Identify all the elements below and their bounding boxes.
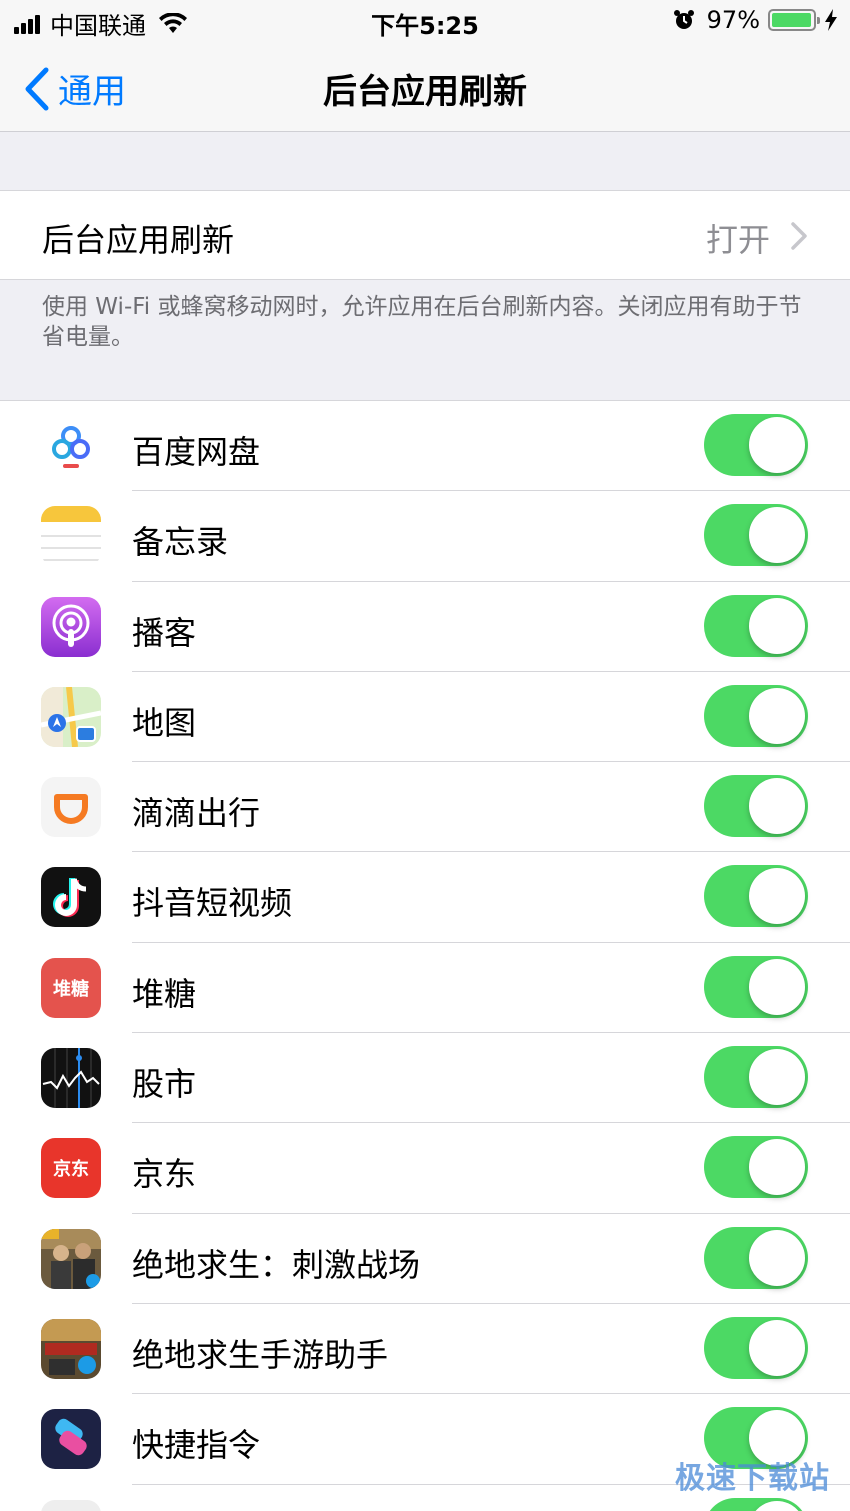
app-list: 百度网盘备忘录播客地图滴滴出行抖音短视频堆糖 堆糖股市京东 京东绝地求生：刺激战场绝… xyxy=(0,400,850,1511)
app-name: 备忘录 xyxy=(132,523,229,562)
list-item: 绝地求生：刺激战场 xyxy=(0,1214,850,1304)
jd-icon: 京东 xyxy=(41,1138,101,1199)
maps-icon xyxy=(41,686,101,747)
list-item: 股市 xyxy=(0,1033,850,1124)
pubg-icon xyxy=(41,1228,101,1289)
toggle-knob xyxy=(749,507,805,564)
app-name: 播客 xyxy=(132,613,197,652)
pubg-helper-icon xyxy=(41,1318,101,1379)
app-name: 绝地求生：刺激战场 xyxy=(132,1245,421,1284)
background-refresh-toggle[interactable] xyxy=(704,1497,808,1511)
background-refresh-toggle[interactable] xyxy=(704,504,808,567)
toggle-knob xyxy=(749,1139,805,1196)
list-item: 百度网盘 xyxy=(0,401,850,492)
duitang-icon: 堆糖 xyxy=(41,957,101,1018)
setting-value: 打开 xyxy=(705,221,770,259)
background-refresh-toggle[interactable] xyxy=(704,1226,808,1289)
toggle-knob xyxy=(749,778,805,835)
app-name: 绝地求生手游助手 xyxy=(132,1335,389,1374)
battery-level xyxy=(772,13,811,27)
app-icon xyxy=(41,1499,101,1511)
toggle-knob xyxy=(749,687,805,744)
background-refresh-setting[interactable]: 后台应用刷新 打开 xyxy=(0,190,850,280)
app-name: 京东 xyxy=(132,1155,197,1194)
toggle-knob xyxy=(749,1049,805,1106)
background-refresh-toggle[interactable] xyxy=(704,594,808,657)
list-item: 抖音短视频 xyxy=(0,852,850,943)
shortcuts-icon xyxy=(41,1409,101,1470)
app-name: 抖音短视频 xyxy=(132,884,293,923)
app-name: 堆糖 xyxy=(132,974,197,1013)
toggle-knob xyxy=(749,417,805,473)
status-bar: 中国联通 下午5:25 97% xyxy=(0,0,850,44)
battery-icon xyxy=(768,9,820,31)
app-name: 滴滴出行 xyxy=(132,794,261,833)
douyin-icon xyxy=(41,867,101,928)
app-name: 地图 xyxy=(132,703,197,742)
toggle-knob xyxy=(749,868,805,925)
background-refresh-toggle[interactable] xyxy=(704,1316,808,1379)
list-item: 京东 京东 xyxy=(0,1123,850,1214)
navigation-bar: 通用 后台应用刷新 xyxy=(0,44,850,132)
background-refresh-toggle[interactable] xyxy=(704,865,808,928)
baidu-netdisk-icon xyxy=(41,416,101,476)
toggle-knob xyxy=(749,1229,805,1286)
notes-icon xyxy=(41,506,101,567)
list-item: 滴滴出行 xyxy=(0,762,850,853)
charging-bolt-icon xyxy=(825,9,837,31)
app-name: 股市 xyxy=(132,1065,197,1104)
didi-icon xyxy=(41,777,101,838)
alarm-icon xyxy=(673,10,694,29)
background-refresh-toggle[interactable] xyxy=(704,1136,808,1199)
toggle-knob xyxy=(749,1319,805,1376)
background-refresh-toggle[interactable] xyxy=(704,414,808,476)
toggle-knob xyxy=(749,958,805,1015)
status-right: 97% xyxy=(673,6,838,34)
podcasts-icon xyxy=(41,596,101,657)
setting-label: 后台应用刷新 xyxy=(42,221,235,259)
toggle-knob xyxy=(749,597,805,654)
list-item: 备忘录 xyxy=(0,491,850,582)
footer-note: 使用 Wi-Fi 或蜂窝移动网时，允许应用在后台刷新内容。关闭应用有助于节省电量… xyxy=(42,294,802,350)
app-icon-label: 堆糖 xyxy=(53,978,89,1000)
app-name: 快捷指令 xyxy=(132,1426,261,1465)
background-refresh-toggle[interactable] xyxy=(704,775,808,838)
watermark: 极速下载站 xyxy=(675,1461,830,1496)
app-icon-label: 京东 xyxy=(53,1159,89,1181)
background-refresh-toggle[interactable] xyxy=(704,1046,808,1109)
list-item: 地图 xyxy=(0,672,850,763)
battery-percent: 97% xyxy=(706,6,760,34)
background-refresh-toggle[interactable] xyxy=(704,955,808,1018)
app-name: 百度网盘 xyxy=(132,433,261,471)
stocks-icon xyxy=(41,1048,101,1109)
chevron-right-icon xyxy=(791,222,807,250)
list-item: 绝地求生手游助手 xyxy=(0,1304,850,1395)
list-item: 播客 xyxy=(0,582,850,672)
toggle-knob xyxy=(749,1500,805,1511)
background-refresh-toggle[interactable] xyxy=(704,684,808,747)
list-item: 堆糖 堆糖 xyxy=(0,943,850,1034)
page-title: 后台应用刷新 xyxy=(323,72,527,112)
